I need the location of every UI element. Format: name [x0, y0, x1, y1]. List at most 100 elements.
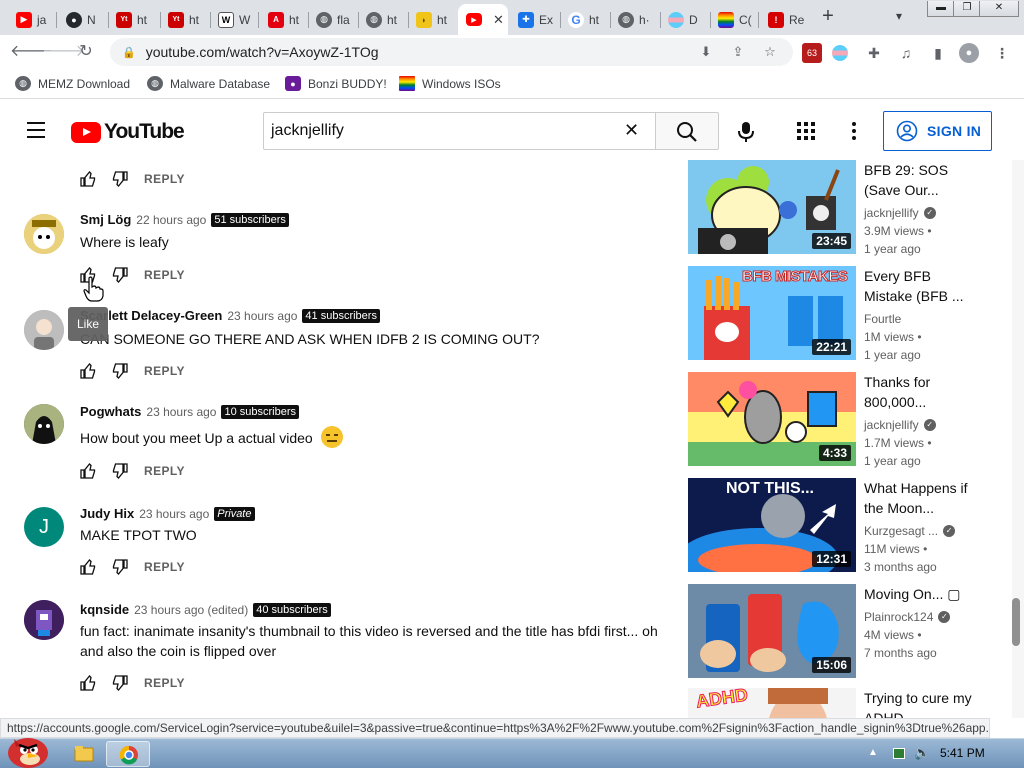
related-video[interactable]: 23:45 BFB 29: SOS (Save Our... jacknjell…: [686, 160, 1006, 256]
tab-11[interactable]: G ht: [560, 4, 608, 35]
bookmark-star-icon[interactable]: ☆: [761, 43, 779, 61]
video-channel[interactable]: Plainrock124 ✓: [864, 610, 984, 624]
video-channel[interactable]: Fourtle: [864, 312, 984, 326]
network-icon[interactable]: [893, 748, 905, 759]
extension-badge-icon[interactable]: 63: [802, 43, 822, 63]
avatar[interactable]: [24, 404, 64, 444]
avatar[interactable]: [24, 310, 64, 350]
tab-9-active[interactable]: ▶ ✕: [458, 4, 508, 35]
search-input[interactable]: jacknjellify: [263, 112, 656, 150]
bookmark-malware-database[interactable]: ◍ Malware Database: [147, 76, 270, 91]
share-icon[interactable]: ⇪: [729, 43, 747, 61]
thumbs-up-icon[interactable]: [80, 363, 96, 379]
reply-button[interactable]: REPLY: [144, 676, 185, 690]
bookmark-windows-isos[interactable]: Windows ISOs: [399, 76, 501, 91]
address-bar[interactable]: 🔒 youtube.com/watch?v=AxoywZ-1TOg: [110, 38, 793, 66]
close-tab-icon[interactable]: ✕: [493, 12, 504, 28]
thumbs-up-icon[interactable]: [80, 675, 96, 691]
reply-button[interactable]: REPLY: [144, 268, 185, 282]
reply-button[interactable]: REPLY: [144, 464, 185, 478]
tab-8[interactable]: ◗ ht: [408, 4, 458, 35]
forward-button[interactable]: 🡒: [42, 41, 85, 63]
related-video[interactable]: 15:06 Moving On... ▢ Plainrock124 ✓ 4M v…: [686, 584, 1006, 680]
thumbs-up-icon[interactable]: [80, 559, 96, 575]
tab-1[interactable]: ● N: [58, 4, 104, 35]
tab-15[interactable]: ! Re: [760, 4, 810, 35]
tab-12[interactable]: ◍ h·: [610, 4, 658, 35]
video-thumbnail[interactable]: BFB MISTAKES 22:21: [688, 266, 856, 360]
tray-expand-icon[interactable]: ▲: [868, 747, 878, 758]
video-channel[interactable]: jacknjellify ✓: [864, 418, 984, 432]
video-channel[interactable]: jacknjellify ✓: [864, 206, 984, 220]
video-channel[interactable]: Kurzgesagt ... ✓: [864, 524, 984, 538]
comment-author[interactable]: Pogwhats: [80, 404, 141, 419]
video-title[interactable]: What Happens if the Moon...: [864, 478, 974, 518]
thumbs-down-icon[interactable]: [112, 675, 128, 691]
volume-icon[interactable]: 🔈: [914, 745, 930, 761]
youtube-logo[interactable]: YouTube: [71, 120, 185, 144]
minimize-button[interactable]: ▬: [927, 1, 955, 17]
video-thumbnail[interactable]: 4:33: [688, 372, 856, 466]
related-video[interactable]: BFB MISTAKES 22:21 Every BFB Mistake (BF…: [686, 266, 1006, 362]
comment-author[interactable]: kqnside: [80, 602, 129, 617]
tab-search-chevron-icon[interactable]: ▾: [896, 9, 902, 23]
maximize-button[interactable]: ❐: [953, 1, 981, 17]
voice-search-mic-icon[interactable]: [736, 121, 756, 143]
video-thumbnail[interactable]: NOT THIS... 12:31: [688, 478, 856, 572]
flag-extension-icon[interactable]: [832, 45, 848, 61]
thumbs-up-icon[interactable]: [80, 463, 96, 479]
tab-13[interactable]: D: [660, 4, 708, 35]
apps-grid-icon[interactable]: [797, 122, 815, 140]
scrollbar-thumb[interactable]: [1012, 598, 1020, 646]
tab-10[interactable]: ✚ Ex: [510, 4, 558, 35]
thumbs-down-icon[interactable]: [112, 267, 128, 283]
related-video[interactable]: 4:33 Thanks for 800,000... jacknjellify …: [686, 372, 1006, 468]
comment-author[interactable]: Judy Hix: [80, 506, 134, 521]
new-tab-button[interactable]: +: [818, 6, 838, 26]
related-video[interactable]: ADHD Trying to cure my ADHD...: [686, 688, 1006, 718]
media-queue-icon[interactable]: ♫: [896, 43, 916, 63]
reply-button[interactable]: REPLY: [144, 172, 185, 186]
video-title[interactable]: Trying to cure my ADHD...: [864, 688, 974, 718]
tab-3[interactable]: Yt ht: [160, 4, 208, 35]
reload-button[interactable]: ↻: [75, 41, 97, 63]
avatar[interactable]: [24, 600, 64, 640]
start-button-angry-bird-icon[interactable]: [4, 731, 50, 768]
avatar[interactable]: J: [24, 507, 64, 547]
video-thumbnail[interactable]: ADHD: [688, 688, 856, 718]
tab-5[interactable]: A ht: [260, 4, 308, 35]
video-title[interactable]: Thanks for 800,000...: [864, 372, 974, 412]
avatar[interactable]: [24, 214, 64, 254]
close-window-button[interactable]: ✕: [979, 1, 1019, 17]
thumbs-down-icon[interactable]: [112, 559, 128, 575]
settings-more-icon[interactable]: [851, 122, 857, 140]
comment-time[interactable]: 23 hours ago: [146, 405, 216, 419]
tab-6[interactable]: ◍ fla: [308, 4, 358, 35]
tab-0[interactable]: ▶ ja: [8, 4, 50, 35]
hamburger-menu-icon[interactable]: [27, 122, 45, 138]
video-thumbnail[interactable]: 23:45: [688, 160, 856, 254]
tab-2[interactable]: Yt ht: [108, 4, 160, 35]
taskbar-explorer[interactable]: [62, 741, 106, 767]
extensions-puzzle-icon[interactable]: ✚: [864, 43, 884, 63]
video-title[interactable]: Every BFB Mistake (BFB ...: [864, 266, 974, 306]
tab-7[interactable]: ◍ ht: [358, 4, 406, 35]
comment-time[interactable]: 22 hours ago: [136, 213, 206, 227]
thumbs-down-icon[interactable]: [112, 363, 128, 379]
reply-button[interactable]: REPLY: [144, 560, 185, 574]
taskbar-clock[interactable]: 5:41 PM: [940, 746, 985, 760]
profile-avatar-icon[interactable]: ●: [959, 43, 979, 63]
chrome-menu-icon[interactable]: ⋮: [992, 43, 1012, 63]
tab-14[interactable]: C(: [710, 4, 758, 35]
clear-search-icon[interactable]: ✕: [624, 120, 639, 141]
reply-button[interactable]: REPLY: [144, 364, 185, 378]
video-title[interactable]: BFB 29: SOS (Save Our...: [864, 160, 974, 200]
comment-time[interactable]: 23 hours ago: [139, 507, 209, 521]
video-thumbnail[interactable]: 15:06: [688, 584, 856, 678]
bookmark-memz[interactable]: ◍ MEMZ Download: [15, 76, 130, 91]
install-app-icon[interactable]: ⬇: [697, 43, 715, 61]
comment-author[interactable]: Smj Lög: [80, 212, 131, 227]
taskbar-chrome[interactable]: [106, 741, 150, 767]
tab-4[interactable]: W W: [210, 4, 258, 35]
thumbs-up-icon[interactable]: [80, 171, 96, 187]
